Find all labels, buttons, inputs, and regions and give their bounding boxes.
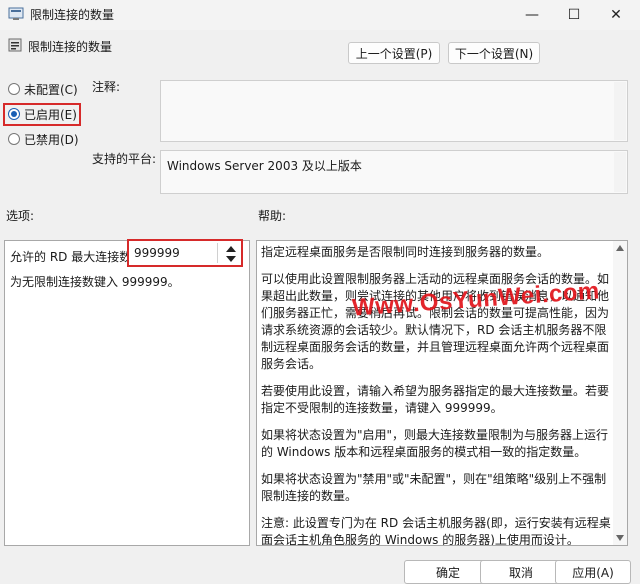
maximize-icon: ☐ xyxy=(567,7,581,23)
help-paragraph: 指定远程桌面服务是否限制同时连接到服务器的数量。 xyxy=(261,245,550,259)
ok-button[interactable]: 确定 xyxy=(404,560,492,584)
radio-not-configured[interactable]: 未配置(C) xyxy=(8,80,78,98)
platform-value: Windows Server 2003 及以上版本 xyxy=(167,159,362,173)
comment-label: 注释: xyxy=(92,80,121,94)
spin-down-icon[interactable] xyxy=(225,255,237,263)
spin-up-icon[interactable] xyxy=(225,245,237,253)
max-connections-spinbox[interactable]: 999999 xyxy=(127,239,243,267)
help-scrollbar[interactable] xyxy=(613,241,627,545)
max-connections-label: 允许的 RD 最大连接数 xyxy=(10,250,132,264)
radio-disabled[interactable]: 已禁用(D) xyxy=(8,130,79,148)
max-connections-value: 999999 xyxy=(134,246,180,260)
prev-setting-button[interactable]: 上一个设置(P) xyxy=(348,42,440,64)
comment-scrollbar[interactable] xyxy=(614,82,626,140)
radio-label: 未配置(C) xyxy=(24,82,78,97)
radio-circle xyxy=(8,83,20,95)
window-title: 限制连接的数量 xyxy=(30,8,115,22)
next-setting-button[interactable]: 下一个设置(N) xyxy=(448,42,540,64)
policy-icon xyxy=(8,7,24,20)
platform-label: 支持的平台: xyxy=(92,152,157,166)
close-button[interactable]: ✕ xyxy=(596,0,636,30)
help-label: 帮助: xyxy=(258,209,287,223)
cancel-button[interactable]: 取消 xyxy=(480,560,562,584)
scroll-up-icon[interactable] xyxy=(616,245,624,251)
platform-scrollbar[interactable] xyxy=(614,152,626,192)
comment-field[interactable] xyxy=(160,80,628,142)
apply-button[interactable]: 应用(A) xyxy=(555,560,631,584)
radio-circle xyxy=(8,108,20,120)
radio-enabled[interactable]: 已启用(E) xyxy=(8,105,77,123)
radio-circle xyxy=(8,133,20,145)
spin-divider xyxy=(217,243,218,263)
radio-label: 已启用(E) xyxy=(24,107,77,122)
help-paragraph: 注意: 此设置专门为在 RD 会话主机服务器(即，运行安装有远程桌面会话主机角色… xyxy=(261,516,611,546)
options-label: 选项: xyxy=(6,209,35,223)
scroll-down-icon[interactable] xyxy=(616,535,624,541)
policy-icon xyxy=(8,38,22,52)
help-paragraph: 如果将状态设置为"禁用"或"未配置"，则在"组策略"级别上不强制限制连接的数量。 xyxy=(261,472,607,503)
minimize-button[interactable]: — xyxy=(512,0,552,30)
radio-label: 已禁用(D) xyxy=(24,132,79,147)
maximize-button[interactable]: ☐ xyxy=(554,0,594,30)
help-paragraph: 若要使用此设置，请输入希望为服务器指定的最大连接数量。若要指定不受限制的连接数量… xyxy=(261,384,610,415)
minimize-icon: — xyxy=(525,7,539,23)
help-paragraph: 如果将状态设置为"启用"，则最大连接数量限制为与服务器上运行的 Windows … xyxy=(261,428,609,459)
close-icon: ✕ xyxy=(610,7,622,23)
platform-field: Windows Server 2003 及以上版本 xyxy=(160,150,628,194)
options-hint: 为无限制连接数键入 999999。 xyxy=(10,275,180,289)
policy-name: 限制连接的数量 xyxy=(28,40,113,54)
